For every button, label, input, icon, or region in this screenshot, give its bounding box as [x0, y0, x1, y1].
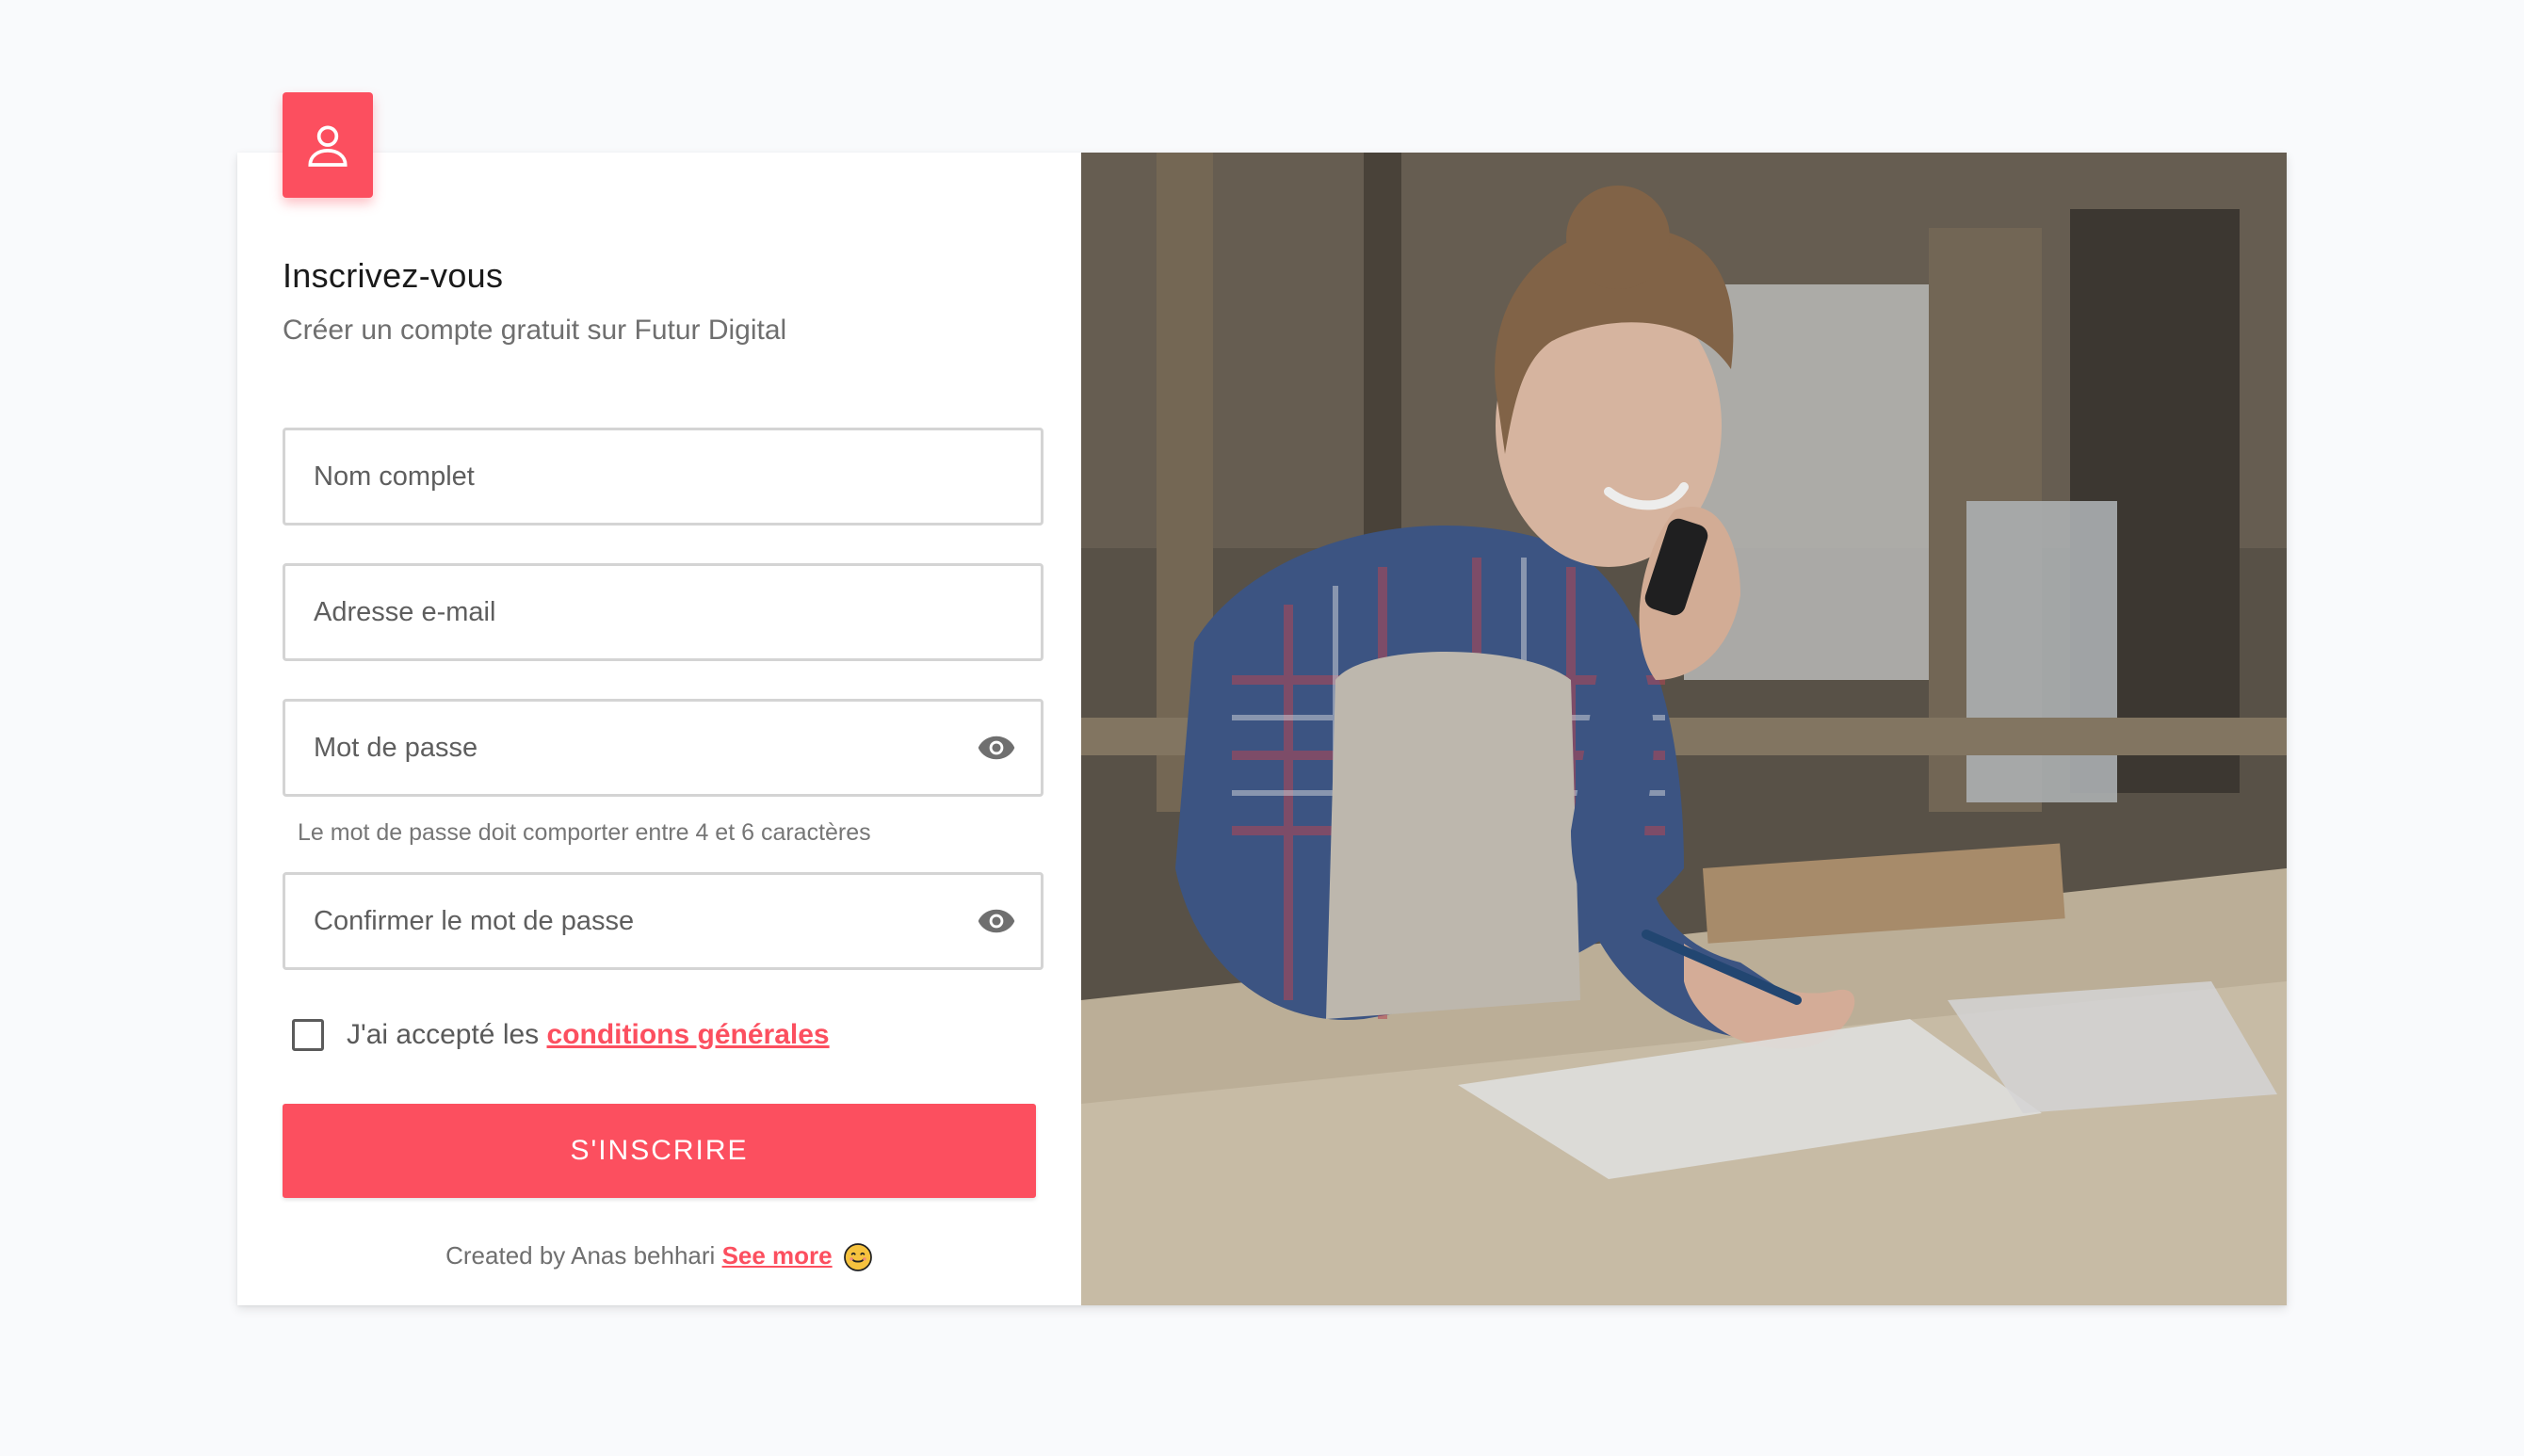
confirm-password-input[interactable] — [285, 875, 1041, 967]
terms-link[interactable]: conditions générales — [547, 1019, 830, 1051]
page-subtitle: Créer un compte gratuit sur Futur Digita… — [283, 315, 787, 346]
terms-label: J'ai accepté les — [347, 1019, 540, 1050]
confirm-password-field[interactable] — [283, 872, 1044, 970]
signup-form-panel: Inscrivez-vous Créer un compte gratuit s… — [237, 92, 1081, 1305]
page-title: Inscrivez-vous — [283, 256, 504, 295]
password-input[interactable] — [285, 702, 1041, 794]
email-field[interactable] — [283, 563, 1044, 661]
signup-submit-button[interactable]: S'INSCRIRE — [283, 1104, 1036, 1198]
eye-icon[interactable] — [977, 734, 1016, 762]
footer-credit: Created by Anas behhari See more — [237, 1241, 1081, 1272]
full-name-input[interactable] — [285, 430, 1041, 523]
password-hint: Le mot de passe doit comporter entre 4 e… — [298, 819, 871, 846]
full-name-field[interactable] — [283, 428, 1044, 526]
smile-icon — [844, 1243, 872, 1271]
password-field[interactable] — [283, 699, 1044, 797]
hero-photo — [1081, 153, 2287, 1305]
user-icon — [283, 92, 373, 198]
footer-text: Created by Anas behhari — [445, 1241, 716, 1270]
eye-icon[interactable] — [977, 907, 1016, 935]
email-input[interactable] — [285, 566, 1041, 658]
signup-card: Inscrivez-vous Créer un compte gratuit s… — [237, 92, 2287, 1305]
see-more-link[interactable]: See more — [722, 1241, 833, 1270]
terms-row: J'ai accepté les conditions générales — [292, 1019, 830, 1051]
terms-checkbox[interactable] — [292, 1019, 324, 1051]
